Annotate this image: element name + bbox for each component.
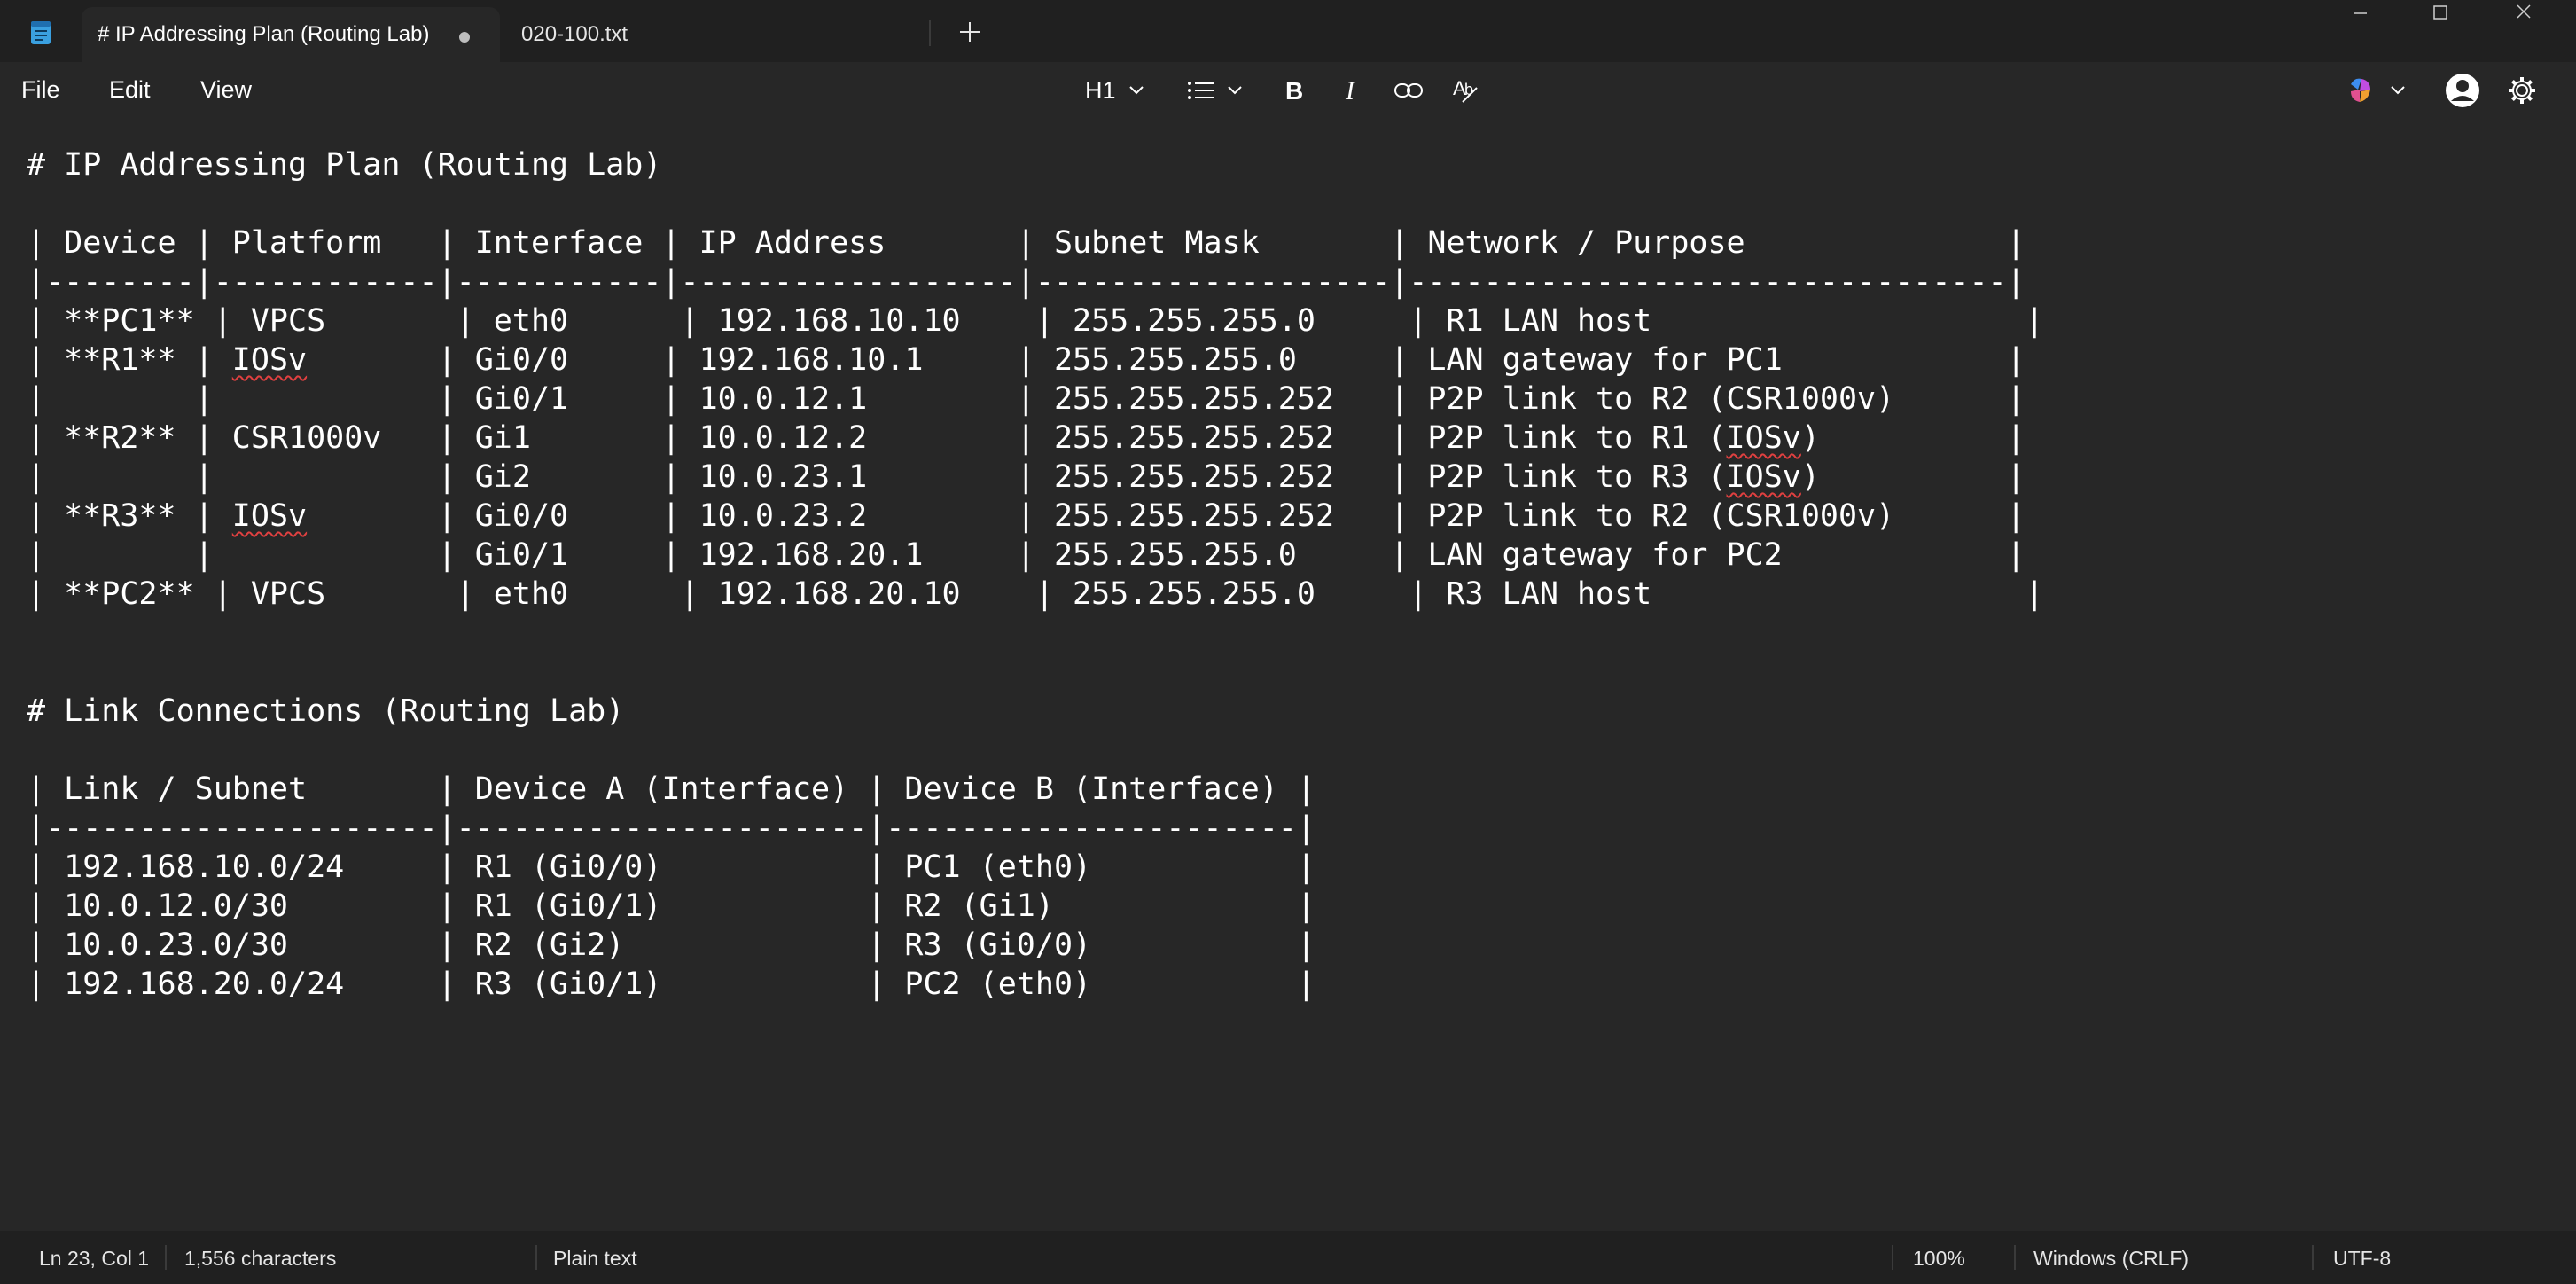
status-divider [535,1245,537,1270]
spellcheck-flagged-word[interactable]: IOSv [232,342,307,378]
document-format[interactable]: Plain text [553,1247,637,1271]
menu-file[interactable]: File [21,76,60,104]
link-icon [1394,83,1423,98]
clear-formatting-button[interactable]: A b [1452,73,1482,108]
character-count: 1,556 characters [184,1247,337,1270]
new-tab-button[interactable] [956,12,984,51]
notepad-app-icon [31,21,51,44]
spellcheck-flagged-word[interactable]: IOSv [1727,459,1801,495]
editor-line[interactable]: | | | Gi0/1 | 192.168.20.1 | 255.255.255… [27,537,2026,573]
editor-line[interactable]: | **R1** | IOSv | Gi0/0 | 192.168.10.1 |… [27,342,2026,378]
document-content[interactable]: # IP Addressing Plan (Routing Lab) | Dev… [27,145,2044,1004]
line-ending[interactable]: Windows (CRLF) [2033,1247,2189,1271]
editor-line[interactable]: | | | Gi2 | 10.0.23.1 | 255.255.255.252 … [27,459,2026,495]
editor-line[interactable]: | 192.168.20.0/24 | R3 (Gi0/1) | PC2 (et… [27,967,1315,1002]
status-divider [165,1245,167,1270]
editor-line[interactable]: | Link / Subnet | Device A (Interface) |… [27,771,1315,807]
editor-line[interactable]: | **PC2** | VPCS | eth0 | 192.168.20.10 … [27,576,2044,612]
encoding[interactable]: UTF-8 [2333,1247,2391,1271]
status-divider [1892,1245,1893,1270]
tab-label: 020-100.txt [521,22,628,46]
svg-text:B: B [1285,77,1303,105]
close-icon [2517,4,2531,19]
svg-text:I: I [1345,76,1356,105]
close-button[interactable] [2493,0,2555,27]
italic-icon: I [1345,76,1356,105]
copilot-dropdown[interactable] [2346,73,2408,108]
text-editor[interactable]: # IP Addressing Plan (Routing Lab) | Dev… [0,119,2576,1231]
menu-view[interactable]: View [200,76,252,104]
spellcheck-flagged-word[interactable]: IOSv [1727,420,1801,456]
link-button[interactable] [1393,73,1424,108]
maximize-icon [2433,5,2447,20]
unsaved-dot-icon[interactable] [459,32,470,43]
account-icon [2446,74,2479,107]
editor-line[interactable]: # Link Connections (Routing Lab) [27,693,624,729]
spellcheck-flagged-word[interactable]: IOSv [232,498,307,534]
status-bar: Ln 23, Col 1 1,556 characters Plain text… [0,1231,2576,1284]
editor-line[interactable]: | **R3** | IOSv | Gi0/0 | 10.0.23.2 | 25… [27,498,2026,534]
minimize-button[interactable] [2330,0,2392,27]
heading-label: H1 [1085,76,1116,104]
list-dropdown[interactable] [1186,73,1245,108]
settings-button[interactable] [2507,73,2537,108]
bold-button[interactable]: B [1282,73,1308,108]
list-icon [1188,82,1214,99]
bold-icon: B [1285,77,1303,105]
editor-line[interactable]: | 10.0.12.0/30 | R1 (Gi0/1) | R2 (Gi1) | [27,889,1315,924]
editor-line[interactable]: | 192.168.10.0/24 | R1 (Gi0/0) | PC1 (et… [27,849,1315,885]
menu-edit[interactable]: Edit [109,76,151,104]
copilot-icon [2351,78,2370,102]
title-bar: # IP Addressing Plan (Routing Lab) 020-1… [0,0,2576,62]
menu-bar: File Edit View H1 B I A b [0,62,2576,119]
editor-line[interactable]: | 10.0.23.0/30 | R2 (Gi2) | R3 (Gi0/0) | [27,928,1315,963]
tab-020-100[interactable]: 020-100.txt [507,7,924,62]
chevron-down-icon [1128,86,1144,95]
tab-label: # IP Addressing Plan (Routing Lab) [98,22,430,46]
zoom-level[interactable]: 100% [1913,1247,1965,1271]
chevron-down-icon [1228,86,1242,95]
editor-line[interactable]: # IP Addressing Plan (Routing Lab) [27,147,661,183]
cursor-position[interactable]: Ln 23, Col 1 [39,1247,149,1271]
status-divider [2312,1245,2314,1270]
plus-icon [960,22,980,42]
heading-dropdown[interactable]: H1 [1085,73,1146,108]
minimize-icon [2354,12,2367,14]
tab-ip-addressing-plan[interactable]: # IP Addressing Plan (Routing Lab) [82,7,500,62]
account-button[interactable] [2445,73,2480,108]
clear-formatting-icon: A b [1453,77,1478,103]
maximize-button[interactable] [2409,0,2471,27]
settings-icon [2509,77,2535,104]
chevron-down-icon [2391,86,2405,95]
editor-line[interactable]: | **R2** | CSR1000v | Gi1 | 10.0.12.2 | … [27,420,2026,456]
editor-line[interactable]: | Device | Platform | Interface | IP Add… [27,225,2026,261]
status-divider [2014,1245,2016,1270]
editor-line[interactable]: |---------------------|-----------------… [27,810,1315,846]
italic-button[interactable]: I [1340,73,1367,108]
editor-line[interactable]: |--------|------------|-----------|-----… [27,264,2026,300]
editor-line[interactable]: | | | Gi0/1 | 10.0.12.1 | 255.255.255.25… [27,381,2026,417]
editor-line[interactable]: | **PC1** | VPCS | eth0 | 192.168.10.10 … [27,303,2044,339]
tab-divider [929,20,931,46]
